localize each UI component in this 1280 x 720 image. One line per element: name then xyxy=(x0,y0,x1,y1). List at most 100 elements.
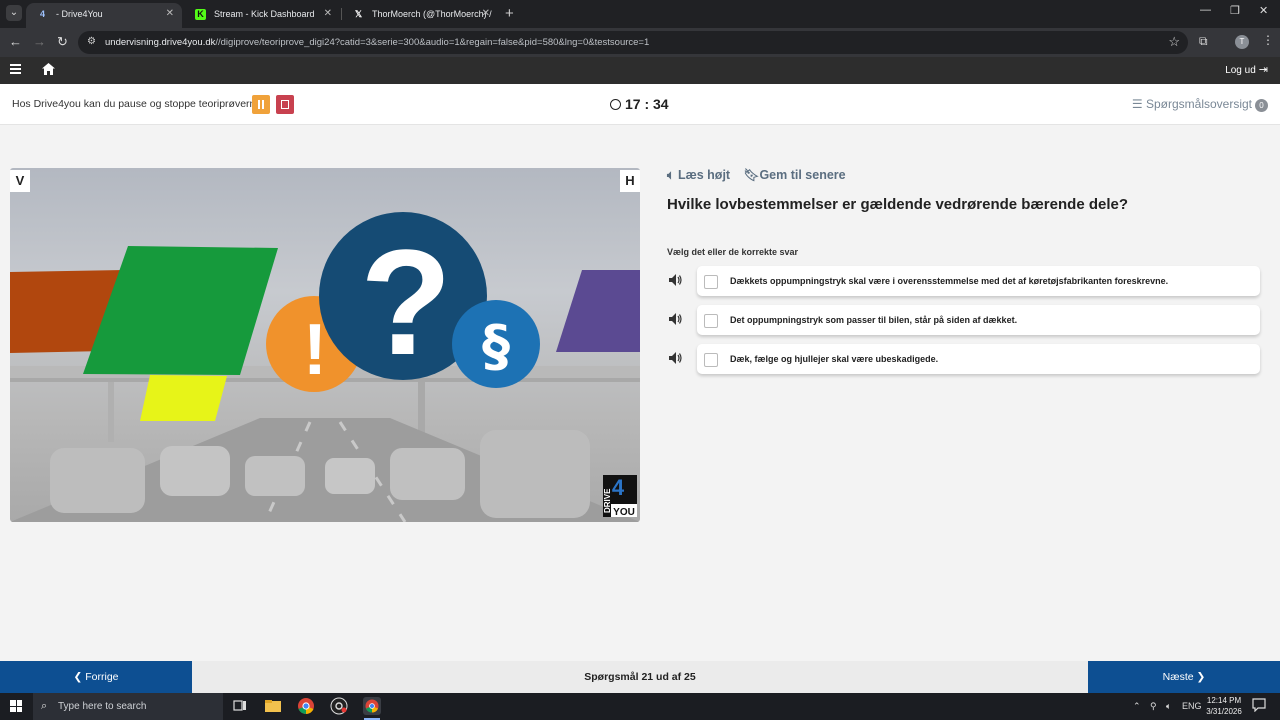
question-overview-button[interactable]: ☰ Spørgsmålsoversigt 0 xyxy=(1132,84,1268,125)
answer-text: Dækkets oppumpningstryk skal være i over… xyxy=(730,276,1169,286)
speaker-icon[interactable] xyxy=(669,274,682,286)
read-aloud-button[interactable]: 🔈︎ Læs højt xyxy=(667,168,730,183)
tab-title: ThorMoerch (@ThorMoerch) / xyxy=(372,9,492,19)
clock-date: 3/31/2026 xyxy=(1206,707,1242,716)
svg-text:4: 4 xyxy=(612,475,625,500)
browser-tab-strip: ⌄ 4 - Drive4You ✕ K Stream - Kick Dashbo… xyxy=(0,0,1280,28)
system-clock[interactable]: 12:14 PM 3/31/2026 xyxy=(1200,695,1248,717)
stop-button[interactable] xyxy=(276,95,294,114)
question-tools: 🔈︎ Læs højt 🔖︎Gem til senere xyxy=(667,168,846,186)
answer-instruction: Vælg det eller de korrekte svar xyxy=(667,247,799,257)
kick-icon: K xyxy=(195,9,206,20)
pause-info-text: Hos Drive4you kan du pause og stoppe teo… xyxy=(12,98,265,110)
traffic-scene-illustration: ! ? § 4 YOU DRIVE xyxy=(10,212,640,522)
answer-option: Dækkets oppumpningstryk skal være i over… xyxy=(665,266,1261,296)
browser-tab-drive4you[interactable]: 4 - Drive4You ✕ xyxy=(26,3,182,28)
answer-checkbox[interactable] xyxy=(704,353,718,367)
chevron-left-icon: ❮ xyxy=(73,671,83,683)
home-icon[interactable] xyxy=(42,63,55,75)
bookmark-star-icon[interactable]: ☆ xyxy=(1168,34,1180,50)
list-icon: ☰ xyxy=(1131,97,1143,111)
x-icon: 𝕏 xyxy=(354,9,363,19)
logout-label: Log ud xyxy=(1225,65,1256,76)
logout-button[interactable]: Log ud ⇥ xyxy=(1225,57,1268,84)
reload-icon[interactable]: ↻ xyxy=(57,34,68,50)
chrome-active-icon[interactable] xyxy=(363,697,381,715)
task-view-icon[interactable] xyxy=(231,697,249,715)
search-placeholder: Type here to search xyxy=(58,701,147,712)
bottom-navigation: Spørgsmål 21 ud af 25 ❮ Forrige Næste ❯ xyxy=(0,661,1280,693)
chrome-icon[interactable] xyxy=(297,697,315,715)
close-icon[interactable]: ✕ xyxy=(324,3,332,25)
tab-title: - Drive4You xyxy=(56,9,103,19)
minimize-icon[interactable]: — xyxy=(1200,4,1211,16)
chevron-right-icon: ❯ xyxy=(1196,671,1206,683)
url-text[interactable]: undervisning.drive4you.dk//digiprove/teo… xyxy=(105,31,649,54)
browser-tab-x[interactable]: 𝕏 ThorMoerch (@ThorMoerch) / ✕ xyxy=(342,3,498,28)
answer-checkbox[interactable] xyxy=(704,314,718,328)
answer-card[interactable]: Det oppumpningstryk som passer til bilen… xyxy=(697,305,1260,335)
language-indicator[interactable]: ENG xyxy=(1182,693,1202,720)
speaker-icon: 🔈︎ xyxy=(667,168,675,182)
answer-card[interactable]: Dæk, fælge og hjullejer skal være ubeska… xyxy=(697,344,1260,374)
site-nav-bar: Log ud ⇥ xyxy=(0,57,1280,84)
pause-button[interactable] xyxy=(252,95,270,114)
svg-text:DRIVE: DRIVE xyxy=(603,488,612,513)
window-close-icon[interactable]: ✕ xyxy=(1259,4,1268,17)
browser-tab-kick[interactable]: K Stream - Kick Dashboard ✕ xyxy=(184,3,340,28)
speaker-icon[interactable] xyxy=(669,313,682,325)
close-icon[interactable]: ✕ xyxy=(482,3,490,25)
answer-checkbox[interactable] xyxy=(704,275,718,289)
volume-icon[interactable]: 🔈︎ xyxy=(1166,693,1171,720)
forward-icon[interactable]: → xyxy=(33,34,46,50)
previous-button[interactable]: ❮ Forrige xyxy=(0,661,192,693)
browser-toolbar: ← → ↻ ⚙ undervisning.drive4you.dk//digip… xyxy=(0,28,1280,57)
timer-value: 17 : 34 xyxy=(625,96,669,112)
countdown-timer: 17 : 34 xyxy=(610,84,669,125)
speaker-icon[interactable] xyxy=(669,352,682,364)
tab-search-button[interactable]: ⌄ xyxy=(6,5,22,21)
clock-time: 12:14 PM xyxy=(1206,696,1242,705)
save-later-button[interactable]: 🔖︎Gem til senere xyxy=(744,168,846,183)
taskbar-search-input[interactable]: ⌕ Type here to search xyxy=(33,693,223,720)
file-explorer-icon[interactable] xyxy=(264,697,282,715)
browser-menu-icon[interactable]: ⋮ xyxy=(1262,33,1274,47)
site-info-icon[interactable]: ⚙ xyxy=(87,36,99,48)
tray-chevron-icon[interactable]: ⌃ xyxy=(1133,693,1141,720)
previous-label: Forrige xyxy=(85,671,119,683)
profile-avatar[interactable]: T xyxy=(1235,35,1249,49)
search-icon: ⌕ xyxy=(41,700,48,712)
network-icon[interactable]: ⚲ xyxy=(1150,693,1157,720)
windows-start-icon[interactable] xyxy=(10,700,22,712)
question-image: ! ? § 4 YOU DRIVE V H xyxy=(10,168,640,522)
hamburger-menu-icon[interactable] xyxy=(10,64,21,74)
answer-text: Det oppumpningstryk som passer til bilen… xyxy=(730,315,1018,325)
answer-card[interactable]: Dækkets oppumpningstryk skal være i over… xyxy=(697,266,1260,296)
question-text: Hvilke lovbestemmelser er gældende vedrø… xyxy=(667,196,1129,213)
logout-icon: ⇥ xyxy=(1258,64,1268,76)
svg-text:YOU: YOU xyxy=(613,507,635,518)
corner-label-right: H xyxy=(620,170,640,192)
extensions-icon[interactable]: ⧉ xyxy=(1199,34,1208,49)
overview-label: Spørgsmålsoversigt xyxy=(1145,97,1252,111)
back-icon[interactable]: ← xyxy=(9,34,22,50)
answer-text: Dæk, fælge og hjullejer skal være ubeska… xyxy=(730,354,939,364)
svg-text:?: ? xyxy=(360,218,452,386)
answer-option: Dæk, fælge og hjullejer skal være ubeska… xyxy=(665,344,1261,374)
corner-label-left: V xyxy=(10,170,30,192)
close-icon[interactable]: ✕ xyxy=(166,3,174,25)
obs-icon[interactable] xyxy=(330,697,348,715)
save-later-label: Gem til senere xyxy=(759,168,846,182)
windows-taskbar: ⌕ Type here to search ⌃ ⚲ 🔈︎ ENG 12:14 P… xyxy=(0,693,1280,720)
answer-option: Det oppumpningstryk som passer til bilen… xyxy=(665,305,1261,335)
restore-icon[interactable]: ❐ xyxy=(1230,4,1240,17)
test-toolbar: Hos Drive4you kan du pause og stoppe teo… xyxy=(0,84,1280,125)
drive4you-icon: 4 xyxy=(39,9,45,19)
tab-title: Stream - Kick Dashboard xyxy=(214,9,315,19)
next-label: Næste xyxy=(1162,671,1194,683)
address-bar[interactable]: ⚙ undervisning.drive4you.dk//digiprove/t… xyxy=(78,31,1188,54)
next-button[interactable]: Næste ❯ xyxy=(1088,661,1280,693)
read-aloud-label: Læs højt xyxy=(678,168,731,182)
new-tab-button[interactable]: + xyxy=(505,3,514,25)
notification-icon[interactable] xyxy=(1252,698,1266,712)
